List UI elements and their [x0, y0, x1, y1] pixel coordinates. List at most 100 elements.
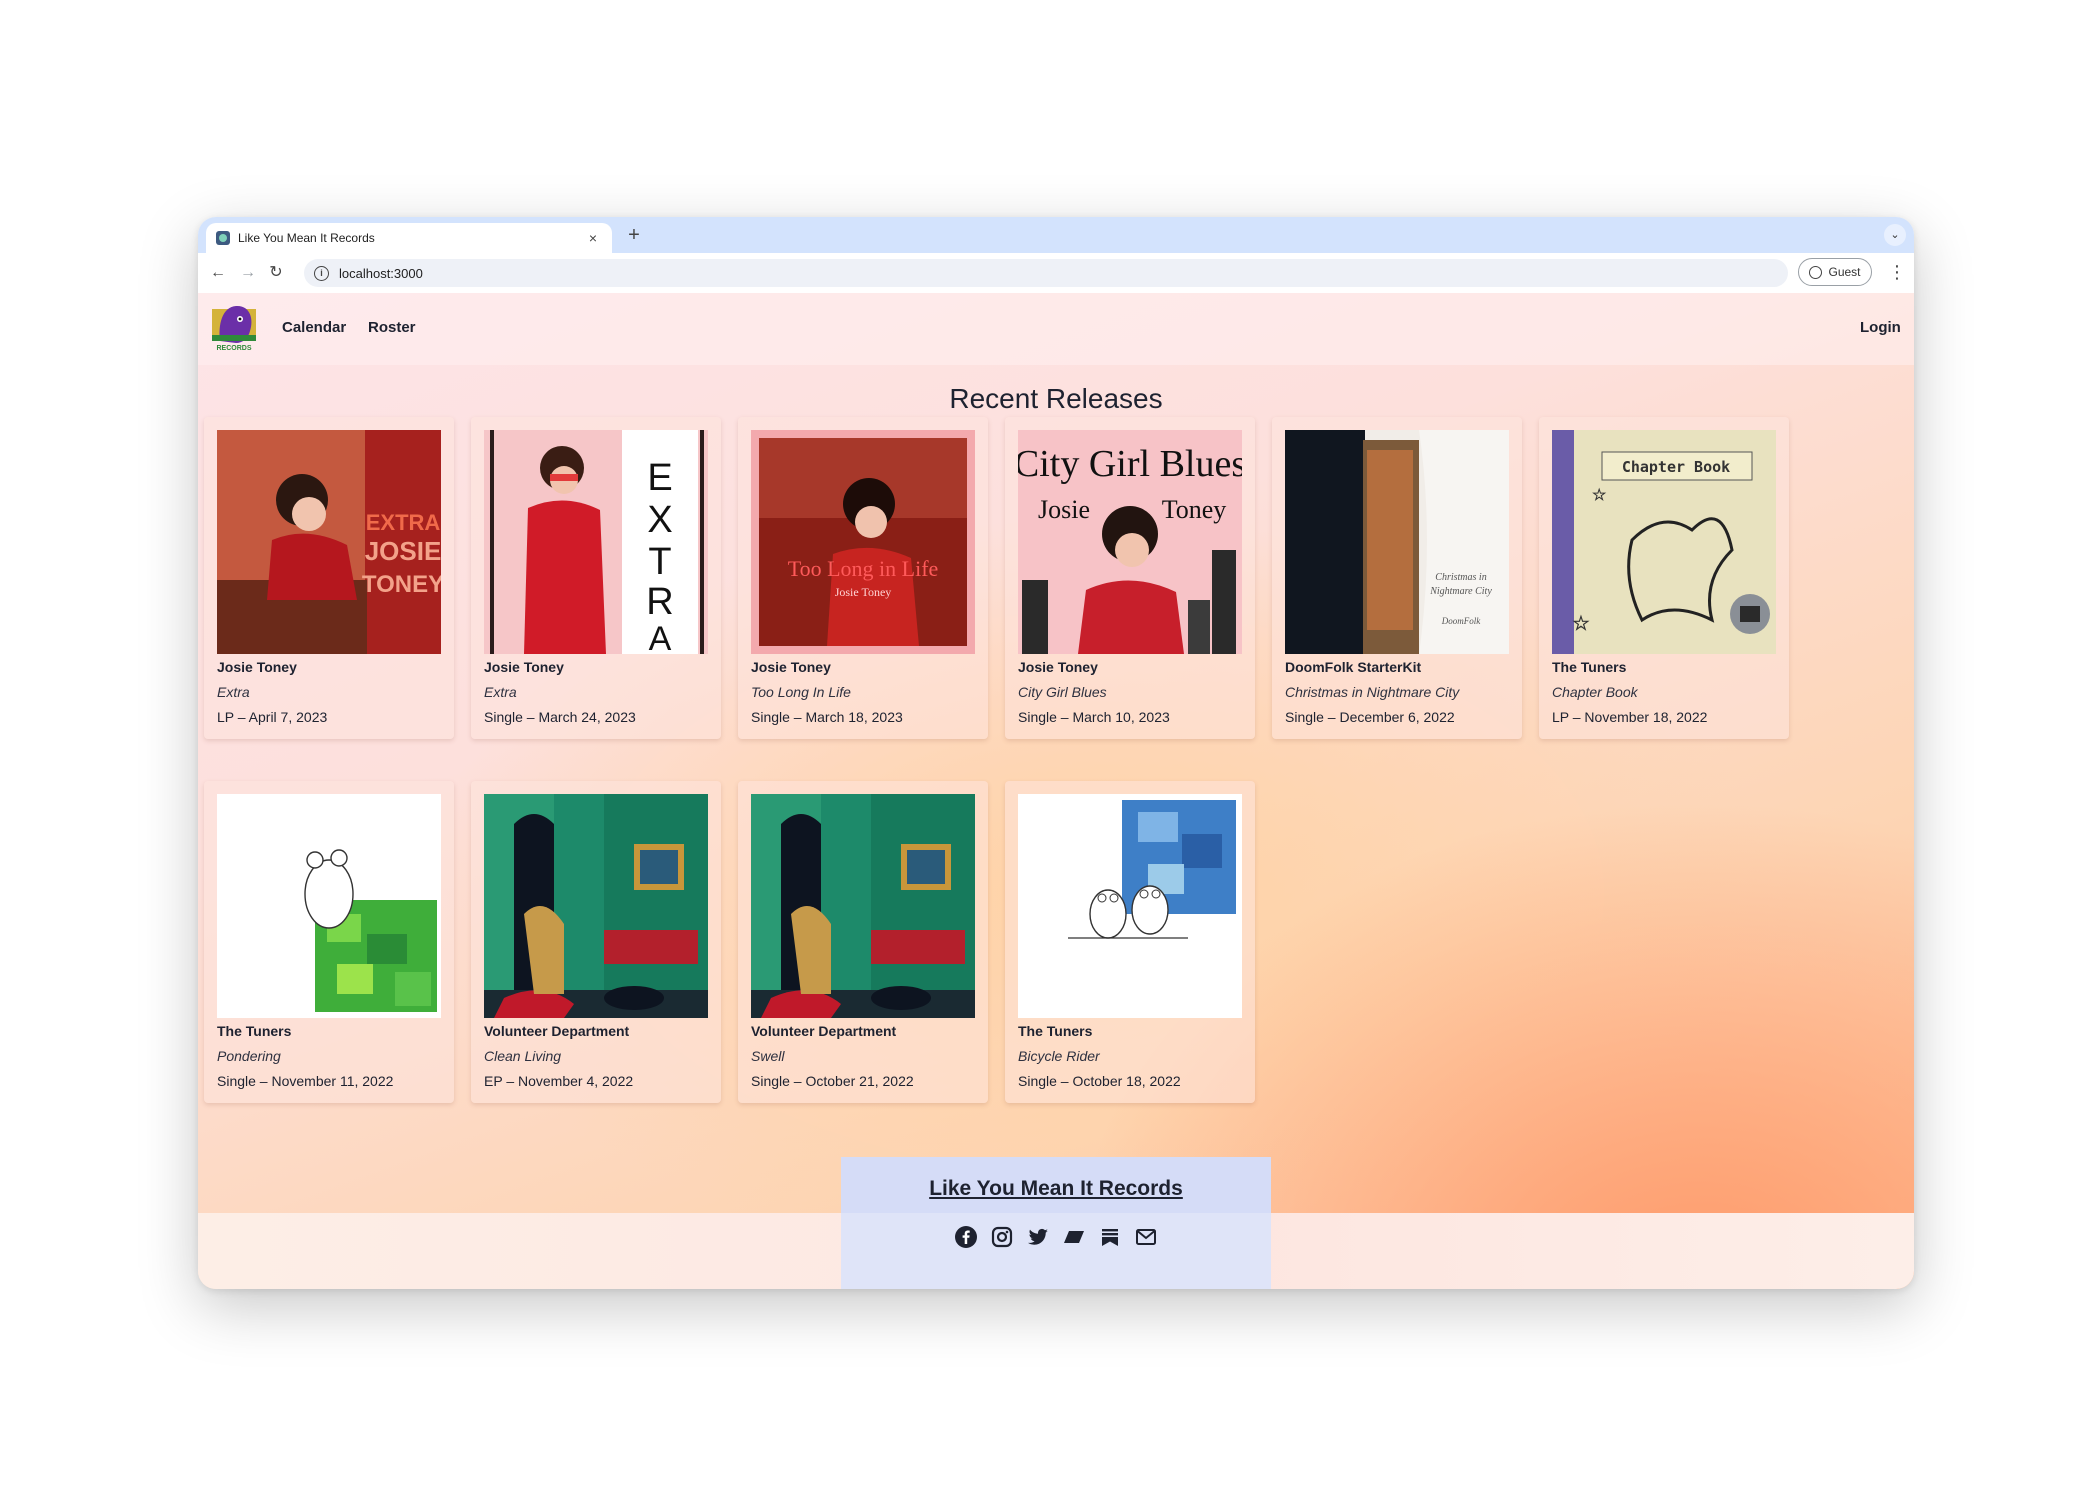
- profile-button[interactable]: Guest: [1798, 258, 1872, 286]
- release-artist: Josie Toney: [1018, 659, 1098, 675]
- release-title: Bicycle Rider: [1018, 1048, 1100, 1064]
- svg-text:Nightmare City: Nightmare City: [1429, 586, 1492, 597]
- reload-icon[interactable]: ↻: [264, 261, 288, 285]
- release-artist: Josie Toney: [217, 659, 297, 675]
- svg-text:Toney: Toney: [1162, 495, 1227, 524]
- twitter-icon[interactable]: [1026, 1225, 1050, 1249]
- release-info: Single – March 10, 2023: [1018, 709, 1170, 725]
- instagram-icon[interactable]: [990, 1225, 1014, 1249]
- url-text: localhost:3000: [339, 265, 423, 281]
- facebook-icon[interactable]: [954, 1225, 978, 1249]
- tab-strip: Like You Mean It Records × + ⌄: [198, 217, 1914, 253]
- release-info: LP – April 7, 2023: [217, 709, 328, 725]
- browser-menu-icon[interactable]: ⋮: [1888, 261, 1906, 285]
- release-card[interactable]: The Tuners Pondering Single – November 1…: [204, 781, 454, 1103]
- new-tab-button[interactable]: +: [622, 223, 646, 247]
- release-title: Clean Living: [484, 1048, 562, 1064]
- svg-text:A: A: [649, 620, 672, 654]
- release-info: Single – November 11, 2022: [217, 1073, 394, 1089]
- nav-link-roster[interactable]: Roster: [368, 319, 416, 336]
- page-content: RECORDS Calendar Roster Login Recent Rel…: [198, 293, 1914, 1289]
- release-info: Single – October 18, 2022: [1018, 1073, 1181, 1089]
- release-info: Single – October 21, 2022: [751, 1073, 914, 1089]
- release-title: Christmas in Nightmare City: [1285, 684, 1460, 700]
- back-arrow-icon[interactable]: ←: [206, 261, 230, 285]
- footer-bar: [198, 1213, 1914, 1289]
- album-cover-chapter-book: Chapter Book ☆ ☆: [1552, 430, 1776, 654]
- release-artist: The Tuners: [1018, 1023, 1093, 1039]
- svg-text:City Girl Blues: City Girl Blues: [1018, 443, 1242, 485]
- release-card[interactable]: E X T R A Josie Toney Extra Single – Mar…: [471, 417, 721, 739]
- release-artist: Volunteer Department: [751, 1023, 897, 1039]
- bandcamp-icon[interactable]: [1062, 1225, 1086, 1249]
- svg-text:Too Long in Life: Too Long in Life: [788, 556, 939, 581]
- album-cover-too-long-in-life: Too Long in Life Josie Toney: [751, 430, 975, 654]
- mail-icon[interactable]: [1134, 1225, 1158, 1249]
- release-card[interactable]: Volunteer Department Clean Living EP – N…: [471, 781, 721, 1103]
- release-title: City Girl Blues: [1018, 684, 1107, 700]
- album-cover-pondering: [217, 794, 441, 1018]
- logo-text: RECORDS: [216, 345, 251, 352]
- nav-link-calendar[interactable]: Calendar: [282, 319, 346, 336]
- tab-close-icon[interactable]: ×: [584, 230, 602, 246]
- social-links: [198, 1225, 1914, 1249]
- release-info: EP – November 4, 2022: [484, 1073, 634, 1089]
- svg-text:Chapter Book: Chapter Book: [1622, 458, 1730, 476]
- release-info: LP – November 18, 2022: [1552, 709, 1708, 725]
- album-cover-christmas-in-nightmare-city: Christmas in Nightmare City DoomFolk: [1285, 430, 1509, 654]
- release-artist: Josie Toney: [751, 659, 831, 675]
- logo-icon: RECORDS: [212, 305, 256, 352]
- release-card[interactable]: The Tuners Bicycle Rider Single – Octobe…: [1005, 781, 1255, 1103]
- release-artist: The Tuners: [1552, 659, 1627, 675]
- address-bar[interactable]: i localhost:3000: [304, 259, 1788, 287]
- release-info: Single – March 18, 2023: [751, 709, 903, 725]
- svg-text:JOSIE: JOSIE: [365, 536, 441, 566]
- tab-search-chevron-icon[interactable]: ⌄: [1884, 224, 1906, 246]
- svg-text:X: X: [647, 499, 672, 541]
- release-card[interactable]: EXTRA JOSIE TONEY Josie Toney Extra LP –…: [204, 417, 454, 739]
- page-title: Recent Releases: [949, 383, 1163, 414]
- release-title: Pondering: [217, 1048, 281, 1064]
- site-logo[interactable]: RECORDS: [210, 301, 258, 353]
- release-title: Swell: [751, 1048, 785, 1064]
- release-card[interactable]: Too Long in Life Josie Toney Josie Toney…: [738, 417, 988, 739]
- svg-text:EXTRA: EXTRA: [366, 510, 441, 535]
- release-title: Extra: [484, 684, 517, 700]
- login-link[interactable]: Login: [1860, 319, 1901, 336]
- release-title: Chapter Book: [1552, 684, 1638, 700]
- release-title: Too Long In Life: [751, 684, 851, 700]
- release-card[interactable]: Christmas in Nightmare City DoomFolk Doo…: [1272, 417, 1522, 739]
- release-artist: Josie Toney: [484, 659, 564, 675]
- release-title: Extra: [217, 684, 250, 700]
- footer-title-link[interactable]: Like You Mean It Records: [841, 1177, 1271, 1201]
- release-artist: DoomFolk StarterKit: [1285, 659, 1422, 675]
- browser-window: Like You Mean It Records × + ⌄ ← → ↻ i l…: [198, 217, 1914, 1289]
- tab-active[interactable]: Like You Mean It Records ×: [206, 223, 612, 253]
- album-cover-clean-living: [484, 794, 708, 1018]
- release-card[interactable]: Chapter Book ☆ ☆ The Tuners Chapter Book…: [1539, 417, 1789, 739]
- svg-text:E: E: [647, 457, 672, 499]
- browser-toolbar: ← → ↻ i localhost:3000 Guest ⋮: [198, 253, 1914, 294]
- svg-text:Josie Toney: Josie Toney: [835, 585, 892, 599]
- favicon-icon: [216, 231, 230, 245]
- release-artist: The Tuners: [217, 1023, 292, 1039]
- album-cover-extra-single: E X T R A: [484, 430, 708, 654]
- substack-icon[interactable]: [1098, 1225, 1122, 1249]
- forward-arrow-icon[interactable]: →: [236, 261, 260, 285]
- release-card[interactable]: Volunteer Department Swell Single – Octo…: [738, 781, 988, 1103]
- tab-title: Like You Mean It Records: [238, 231, 375, 245]
- release-card[interactable]: City Girl Blues Josie Toney Josie Toney …: [1005, 417, 1255, 739]
- site-navbar: RECORDS Calendar Roster Login: [198, 293, 1914, 365]
- svg-text:TONEY: TONEY: [362, 571, 441, 598]
- profile-icon: [1809, 265, 1823, 279]
- svg-text:Josie: Josie: [1038, 495, 1090, 524]
- release-info: Single – March 24, 2023: [484, 709, 636, 725]
- release-artist: Volunteer Department: [484, 1023, 630, 1039]
- site-info-icon[interactable]: i: [314, 265, 329, 281]
- svg-text:T: T: [648, 541, 671, 583]
- svg-text:DoomFolk: DoomFolk: [1441, 616, 1481, 626]
- svg-text:Christmas in: Christmas in: [1435, 572, 1486, 583]
- svg-text:☆: ☆: [1592, 487, 1606, 504]
- svg-text:☆: ☆: [1572, 613, 1590, 635]
- album-cover-bicycle-rider: [1018, 794, 1242, 1018]
